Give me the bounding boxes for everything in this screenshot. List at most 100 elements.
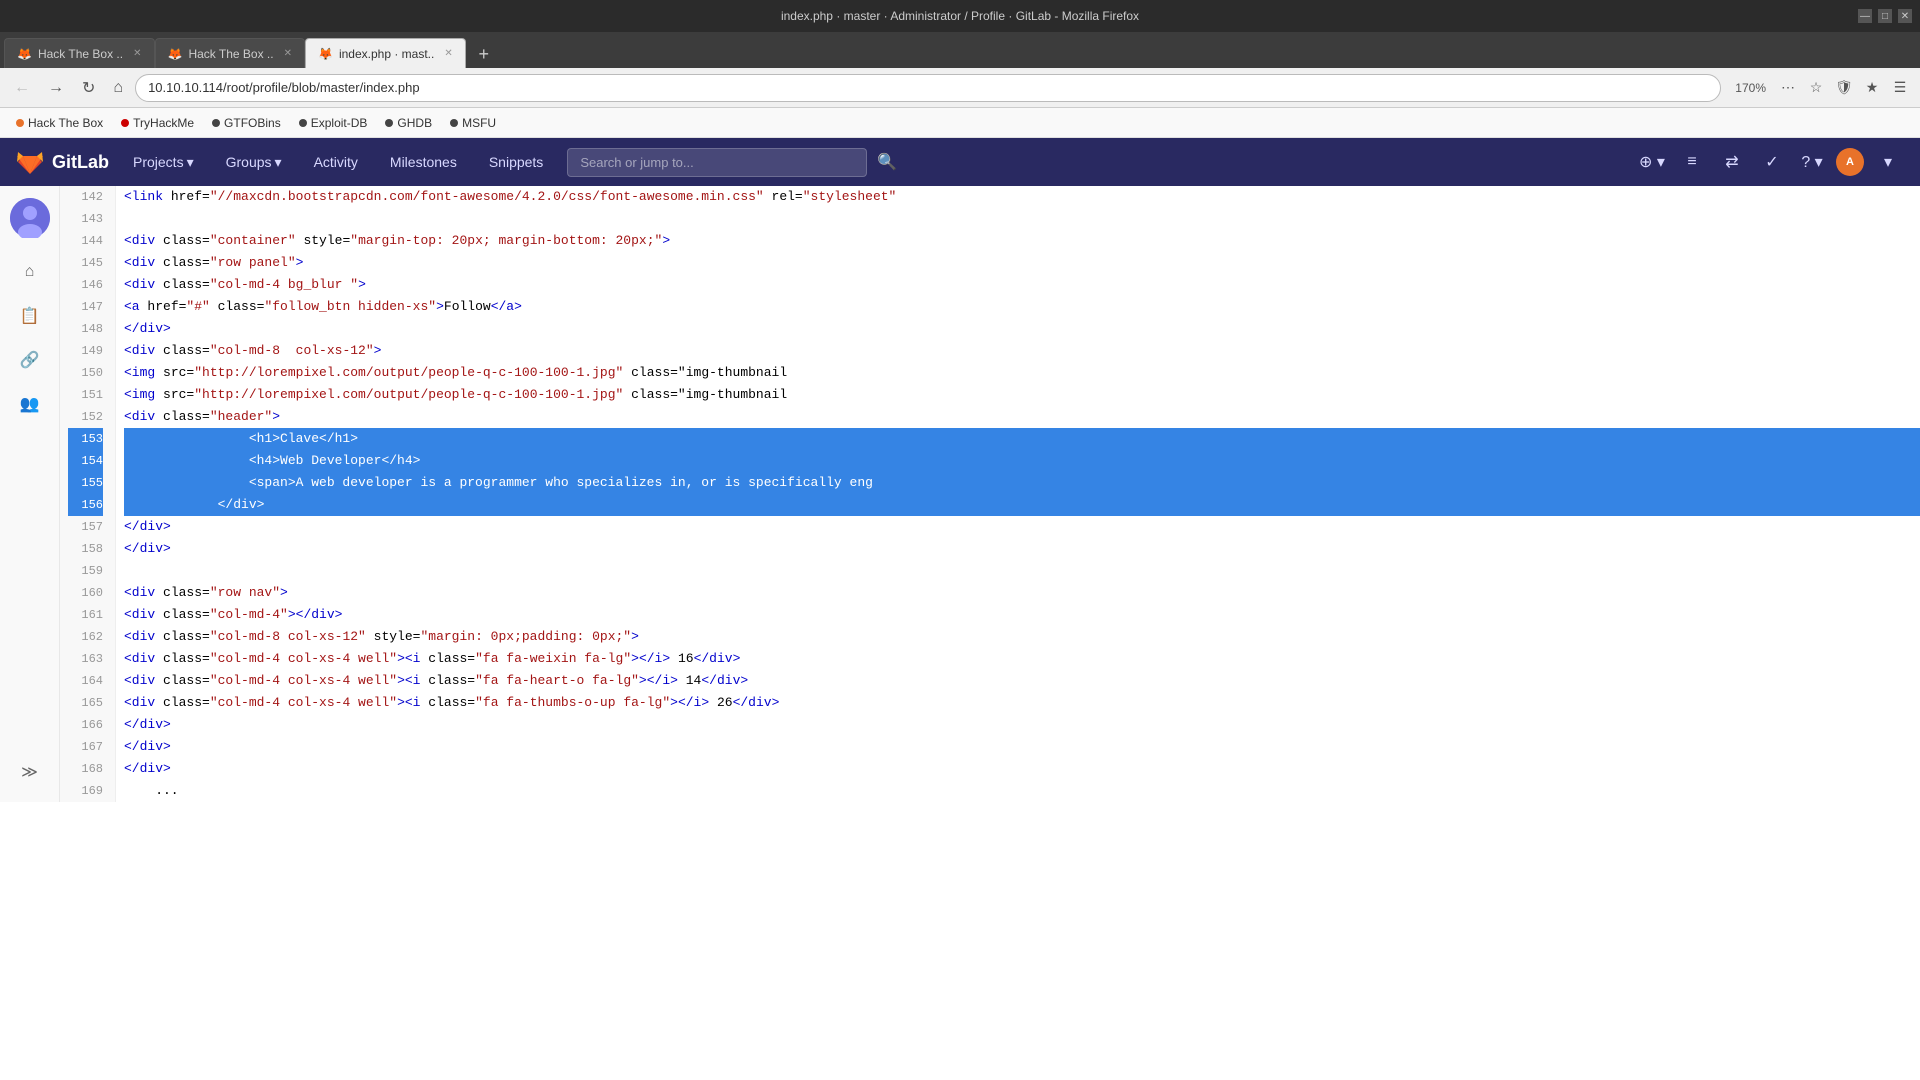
bookmark-exploitdb-icon — [299, 119, 307, 127]
code-line-149[interactable]: <div class="col-md-8 col-xs-12"> — [124, 340, 1920, 362]
line-number-144: 144 — [68, 230, 103, 252]
sidebar-item-members[interactable]: 👥 — [12, 386, 48, 422]
star-button[interactable]: ★ — [1860, 76, 1884, 100]
code-line-143[interactable] — [124, 208, 1920, 230]
bookmark-htb-label: Hack The Box — [28, 116, 103, 130]
code-line-147[interactable]: <a href="#" class="follow_btn hidden-xs"… — [124, 296, 1920, 318]
sidebar-collapse-button[interactable]: ≫ — [12, 754, 48, 790]
code-line-167[interactable]: </div> — [124, 736, 1920, 758]
tab-1[interactable]: 🦊 Hack The Box .. ✕ — [4, 38, 155, 68]
search-input[interactable] — [567, 148, 867, 177]
code-line-157[interactable]: </div> — [124, 516, 1920, 538]
code-line-160[interactable]: <div class="row nav"> — [124, 582, 1920, 604]
bookmark-thm[interactable]: TryHackMe — [113, 113, 202, 133]
minimize-button[interactable]: — — [1858, 9, 1872, 23]
line-number-166: 166 — [68, 714, 103, 736]
user-avatar[interactable]: A — [1836, 148, 1864, 176]
maximize-button[interactable]: □ — [1878, 9, 1892, 23]
code-line-154[interactable]: <h4>Web Developer</h4> — [124, 450, 1920, 472]
line-number-156: 156 — [68, 494, 103, 516]
nav-snippets[interactable]: Snippets — [481, 150, 551, 174]
code-line-150[interactable]: <img src="http://lorempixel.com/output/p… — [124, 362, 1920, 384]
search-button[interactable]: 🔍 — [871, 146, 903, 178]
user-menu-chevron[interactable]: ▾ — [1872, 146, 1904, 178]
code-line-144[interactable]: <div class="container" style="margin-top… — [124, 230, 1920, 252]
tab-bar: 🦊 Hack The Box .. ✕ 🦊 Hack The Box .. ✕ … — [0, 32, 1920, 68]
tab-3-close[interactable]: ✕ — [444, 48, 452, 59]
code-line-146[interactable]: <div class="col-md-4 bg_blur "> — [124, 274, 1920, 296]
line-number-146: 146 — [68, 274, 103, 296]
new-item-button[interactable]: ⊕ ▾ — [1636, 146, 1668, 178]
bookmark-button[interactable]: ☆ — [1804, 76, 1828, 100]
sidebar-item-home[interactable]: ⌂ — [12, 254, 48, 290]
sidebar-user-avatar[interactable] — [10, 198, 50, 238]
code-line-163[interactable]: <div class="col-md-4 col-xs-4 well"><i c… — [124, 648, 1920, 670]
bookmark-exploitdb[interactable]: Exploit-DB — [291, 113, 376, 133]
code-line-152[interactable]: <div class="header"> — [124, 406, 1920, 428]
bookmark-htb[interactable]: Hack The Box — [8, 113, 111, 133]
gitlab-logo-text: GitLab — [52, 152, 109, 173]
search-area[interactable]: 🔍 — [567, 146, 1620, 178]
bookmark-msfu-label: MSFU — [462, 116, 496, 130]
mr-button[interactable]: ⇄ — [1716, 146, 1748, 178]
home-button[interactable]: ⌂ — [107, 75, 129, 101]
help-button[interactable]: ? ▾ — [1796, 146, 1828, 178]
groups-chevron-icon: ▾ — [275, 154, 282, 171]
code-line-169[interactable]: ... — [124, 780, 1920, 802]
forward-button[interactable]: → — [42, 75, 70, 101]
close-button[interactable]: ✕ — [1898, 9, 1912, 23]
tab-2-close[interactable]: ✕ — [284, 48, 292, 59]
code-line-158[interactable]: </div> — [124, 538, 1920, 560]
code-line-151[interactable]: <img src="http://lorempixel.com/output/p… — [124, 384, 1920, 406]
code-content: 1421431441451461471481491501511521531541… — [60, 186, 1920, 802]
new-tab-button[interactable]: + — [470, 40, 498, 68]
nav-groups[interactable]: Groups ▾ — [218, 150, 290, 175]
line-number-164: 164 — [68, 670, 103, 692]
code-line-165[interactable]: <div class="col-md-4 col-xs-4 well"><i c… — [124, 692, 1920, 714]
code-line-159[interactable] — [124, 560, 1920, 582]
bookmark-msfu-icon — [450, 119, 458, 127]
code-line-145[interactable]: <div class="row panel"> — [124, 252, 1920, 274]
bookmark-htb-icon — [16, 119, 24, 127]
bookmark-msfu[interactable]: MSFU — [442, 113, 504, 133]
code-line-161[interactable]: <div class="col-md-4"></div> — [124, 604, 1920, 626]
bookmark-thm-label: TryHackMe — [133, 116, 194, 130]
nav-activity[interactable]: Activity — [306, 150, 366, 174]
window-controls[interactable]: — □ ✕ — [1858, 9, 1912, 23]
code-line-166[interactable]: </div> — [124, 714, 1920, 736]
sidebar-avatar-image — [10, 198, 50, 238]
nav-milestones[interactable]: Milestones — [382, 150, 465, 174]
code-line-156[interactable]: </div> — [124, 494, 1920, 516]
code-lines[interactable]: <link href="//maxcdn.bootstrapcdn.com/fo… — [116, 186, 1920, 802]
menu-button[interactable]: ☰ — [1888, 76, 1912, 100]
shield-icon[interactable]: 🛡 — [1832, 76, 1856, 100]
code-line-153[interactable]: <h1>Clave</h1> — [124, 428, 1920, 450]
code-line-162[interactable]: <div class="col-md-8 col-xs-12" style="m… — [124, 626, 1920, 648]
code-line-164[interactable]: <div class="col-md-4 col-xs-4 well"><i c… — [124, 670, 1920, 692]
code-line-155[interactable]: <span>A web developer is a programmer wh… — [124, 472, 1920, 494]
todos-button[interactable]: ✓ — [1756, 146, 1788, 178]
tab-1-label: Hack The Box .. — [38, 47, 123, 61]
bookmark-ghdb[interactable]: GHDB — [377, 113, 440, 133]
nav-projects[interactable]: Projects ▾ — [125, 150, 202, 175]
tab-3[interactable]: 🦊 index.php · mast.. ✕ — [305, 38, 466, 68]
sidebar-item-mr[interactable]: 🔗 — [12, 342, 48, 378]
code-line-148[interactable]: </div> — [124, 318, 1920, 340]
line-number-143: 143 — [68, 208, 103, 230]
sidebar: ⌂ 📋 🔗 👥 ≫ — [0, 186, 60, 802]
code-line-142[interactable]: <link href="//maxcdn.bootstrapcdn.com/fo… — [124, 186, 1920, 208]
url-bar[interactable]: 10.10.10.114/root/profile/blob/master/in… — [135, 74, 1721, 102]
extensions-button[interactable]: ⋯ — [1776, 76, 1800, 100]
tab-2[interactable]: 🦊 Hack The Box .. ✕ — [155, 38, 306, 68]
bookmark-gtfobins[interactable]: GTFOBins — [204, 113, 289, 133]
tab-1-close[interactable]: ✕ — [133, 48, 141, 59]
line-number-148: 148 — [68, 318, 103, 340]
issues-button[interactable]: ≡ — [1676, 146, 1708, 178]
sidebar-item-snippets[interactable]: 📋 — [12, 298, 48, 334]
back-button[interactable]: ← — [8, 75, 36, 101]
line-numbers: 1421431441451461471481491501511521531541… — [60, 186, 116, 802]
line-number-161: 161 — [68, 604, 103, 626]
gitlab-logo[interactable]: GitLab — [16, 148, 109, 176]
code-line-168[interactable]: </div> — [124, 758, 1920, 780]
refresh-button[interactable]: ↻ — [76, 74, 101, 102]
